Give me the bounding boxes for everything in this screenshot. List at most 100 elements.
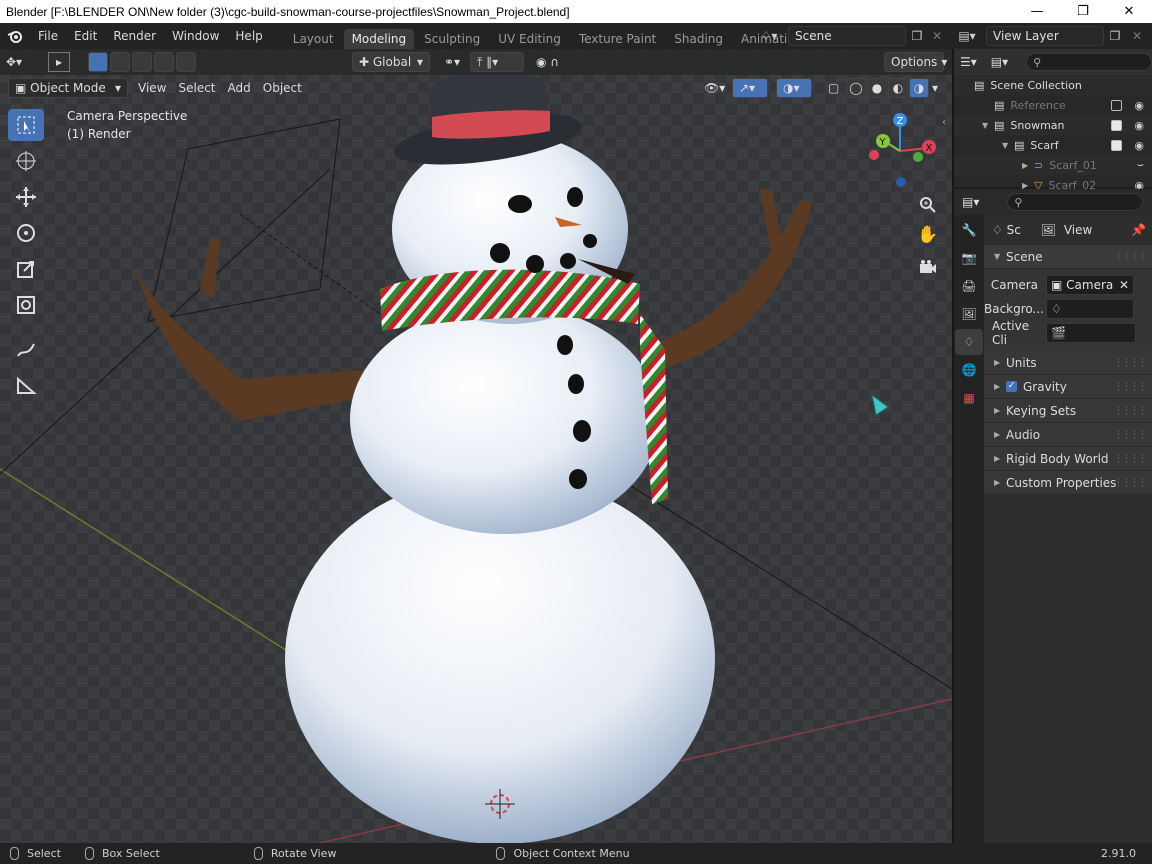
keying-sets-panel-header[interactable]: ▶ Keying Sets ⋮⋮⋮⋮ [984,399,1152,423]
3d-viewport[interactable]: ✥▾ ▸ ✚ Global ▾ ⚭▾ ⤒ ∥▾ ◉ ∩ Options ▾ ▣ … [0,49,952,843]
units-panel-header[interactable]: ▶ Units ⋮⋮⋮⋮ [984,351,1152,375]
pivot-point-icon[interactable]: ⚭▾ [438,52,466,72]
tab-modeling[interactable]: Modeling [343,29,415,49]
eye-icon[interactable]: ◉ [1134,139,1144,152]
delete-view-layer-icon[interactable]: ✕ [1126,26,1148,46]
rotate-tool-icon[interactable] [8,217,44,249]
menu-window[interactable]: Window [164,23,227,49]
outliner-editor-type-icon[interactable]: ☰▾ [960,55,977,69]
properties-editor-type-icon[interactable]: ▤▾ [962,195,979,209]
menu-view[interactable]: View [132,78,172,98]
select-new-icon[interactable] [88,52,108,72]
drag-handle-icon[interactable]: ⋮⋮⋮⋮ [1114,382,1147,392]
custom-properties-panel-header[interactable]: ▶ Custom Properties ⋮⋮⋮⋮ [984,471,1152,495]
scene-tab-icon[interactable]: ♢ [955,329,983,355]
annotate-tool-icon[interactable] [8,333,44,365]
scene-selector-icon[interactable]: ♢▾ [758,26,780,46]
properties-search-input[interactable]: ⚲ [1007,193,1144,211]
shading-options-icon[interactable]: ▾ [930,78,940,98]
blender-logo-icon[interactable] [0,29,30,43]
outliner-search-input[interactable]: ⚲ [1026,53,1152,71]
eye-closed-icon[interactable]: ⌣ [1137,158,1144,172]
scene-panel-header[interactable]: ▼ Scene ⋮⋮⋮⋮ [984,245,1152,269]
solid-shading-icon[interactable]: ● [867,78,887,98]
background-field[interactable]: ♢ [1046,299,1134,319]
new-scene-icon[interactable]: ❐ [906,26,928,46]
camera-field[interactable]: ▣ Camera ✕ [1046,275,1134,295]
menu-add[interactable]: Add [222,78,257,98]
snap-toggle-icon[interactable]: ⤒ ∥▾ [470,52,524,72]
expand-arrow-icon[interactable]: ▼ [982,121,994,130]
gravity-panel-header[interactable]: ▶ ✓ Gravity ⋮⋮⋮⋮ [984,375,1152,399]
view-layer-selector-icon[interactable]: ▤▾ [956,26,978,46]
menu-object[interactable]: Object [257,78,308,98]
scene-name-field[interactable]: Scene [788,26,906,46]
measure-tool-icon[interactable] [8,369,44,401]
select-extend-icon[interactable] [110,52,130,72]
material-shading-icon[interactable]: ◐ [888,78,908,98]
select-invert-icon[interactable] [154,52,174,72]
gizmo-toggle-icon[interactable]: ↗▾ [732,78,768,98]
audio-panel-header[interactable]: ▶ Audio ⋮⋮⋮⋮ [984,423,1152,447]
cursor-tool-icon[interactable] [8,145,44,177]
gravity-checkbox[interactable]: ✓ [1006,381,1017,392]
options-dropdown[interactable]: Options ▾ [884,52,947,72]
new-view-layer-icon[interactable]: ❐ [1104,26,1126,46]
pan-hand-icon[interactable]: ✋ [914,221,942,249]
drag-handle-icon[interactable]: ⋮⋮⋮⋮ [1114,478,1147,488]
active-clip-field[interactable]: 🎬 [1046,323,1136,343]
transform-orientation-dropdown[interactable]: ✚ Global ▾ [352,52,430,72]
menu-select[interactable]: Select [172,78,221,98]
outliner-row[interactable]: ▼ ▤ Snowman ◉ [954,115,1152,135]
exclude-checkbox[interactable] [1111,139,1122,151]
select-tool-icon[interactable]: ▸ [48,52,70,72]
tab-layout[interactable]: Layout [285,29,342,49]
navigation-gizmo[interactable]: Z X Y [862,111,942,191]
wireframe-shading-icon[interactable]: ◯ [846,78,866,98]
move-tool-icon[interactable] [8,181,44,213]
zoom-icon[interactable] [914,191,942,219]
minimize-icon[interactable]: — [1014,0,1060,23]
camera-view-icon[interactable] [914,253,942,281]
exclude-checkbox[interactable] [1111,119,1122,131]
delete-scene-icon[interactable]: ✕ [926,26,948,46]
close-icon[interactable]: ✕ [1106,0,1152,23]
mode-dropdown[interactable]: ▣ Object Mode ▾ [8,78,128,98]
proportional-edit-icon[interactable]: ◉ ∩ [530,52,565,72]
select-intersect-icon[interactable] [176,52,196,72]
scale-tool-icon[interactable] [8,253,44,285]
menu-edit[interactable]: Edit [66,23,105,49]
exclude-checkbox[interactable] [1111,99,1122,111]
view-layer-field[interactable]: View Layer [986,26,1104,46]
render-tab-icon[interactable]: 📷 [955,245,983,271]
menu-help[interactable]: Help [227,23,270,49]
drag-handle-icon[interactable]: ⋮⋮⋮⋮ [1114,252,1147,262]
maximize-icon[interactable]: ❐ [1060,0,1106,23]
rigid-body-world-panel-header[interactable]: ▶ Rigid Body World ⋮⋮⋮⋮ [984,447,1152,471]
expand-arrow-icon[interactable]: ▶ [1022,161,1034,170]
world-tab-icon[interactable]: 🌐 [955,357,983,383]
clear-field-icon[interactable]: ✕ [1119,278,1133,292]
drag-handle-icon[interactable]: ⋮⋮⋮⋮ [1114,454,1147,464]
tab-shading[interactable]: Shading [666,29,731,49]
select-subtract-icon[interactable] [132,52,152,72]
expand-arrow-icon[interactable]: ▼ [1002,141,1014,150]
outliner-row[interactable]: ▤ Scene Collection [954,75,1152,95]
editor-type-icon[interactable]: ✥▾ [0,52,40,72]
menu-file[interactable]: File [30,23,66,49]
outliner-row[interactable]: ▤ Reference ◉ [954,95,1152,115]
drag-handle-icon[interactable]: ⋮⋮⋮⋮ [1114,430,1147,440]
output-tab-icon[interactable]: 🖨 [955,273,983,299]
visibility-icon[interactable]: 👁▾ [698,78,731,98]
outliner-row[interactable]: ▼ ▤ Scarf ◉ [954,135,1152,155]
collapse-sidebar-icon[interactable]: ‹ [942,117,946,128]
transform-tool-icon[interactable] [8,289,44,321]
rendered-shading-icon[interactable]: ◑ [909,78,929,98]
tab-sculpting[interactable]: Sculpting [416,29,488,49]
tool-tab-icon[interactable]: 🔧 [955,217,983,243]
overlay-toggle-icon[interactable]: ◑▾ [776,78,812,98]
pin-icon[interactable]: 📌 [1131,223,1146,237]
view-layer-tab-icon[interactable]: 🖼 [955,301,983,327]
drag-handle-icon[interactable]: ⋮⋮⋮⋮ [1114,358,1147,368]
drag-handle-icon[interactable]: ⋮⋮⋮⋮ [1114,406,1147,416]
